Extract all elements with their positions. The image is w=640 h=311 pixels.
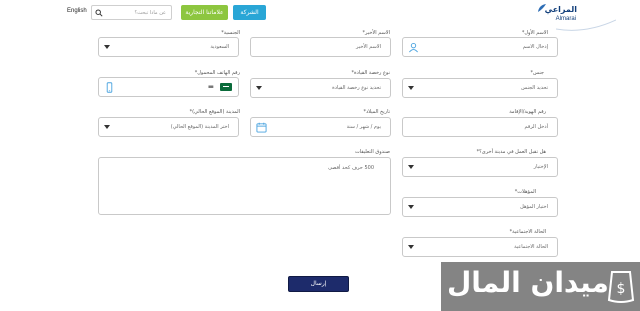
chevron-down-icon — [408, 86, 414, 90]
qualifications-label: المؤهلات* — [514, 189, 536, 195]
mobile-label: رقم الهاتف المحمول* — [194, 70, 240, 76]
chevron-down-icon — [408, 205, 414, 209]
saudi-flag-icon[interactable] — [220, 83, 232, 91]
chevron-down-icon — [408, 245, 414, 249]
site-header: English عن ماذا تبحث؟ علاماتنا التجارية … — [0, 0, 640, 31]
other-city-value: الإختيار — [533, 164, 548, 170]
watermark: ميدان المال $ — [441, 262, 640, 311]
other-city-select[interactable]: الإختيار — [402, 157, 558, 177]
nationality-select[interactable]: السعودية — [98, 37, 239, 57]
qualifications-value: اختيار المؤهل — [520, 204, 548, 210]
search-icon[interactable] — [95, 9, 103, 17]
phone-icon — [106, 82, 113, 93]
comments-input[interactable]: 500 حرف كحد أقصى — [328, 165, 374, 171]
search-box[interactable]: عن ماذا تبحث؟ — [91, 5, 172, 20]
nationality-label: الجنسية* — [221, 30, 240, 36]
marital-select[interactable]: الحالة الاجتماعية — [402, 237, 558, 257]
license-select[interactable]: تحديد نوع رخصة القيادة — [250, 78, 391, 98]
first-name-input[interactable]: إدخال الاسم — [523, 44, 548, 50]
first-name-field[interactable]: إدخال الاسم — [402, 37, 558, 57]
last-name-field[interactable]: الاسم الأخير — [250, 37, 391, 57]
birth-date-field[interactable]: يوم / شهر / سنة — [250, 117, 391, 137]
search-input[interactable]: عن ماذا تبحث؟ — [135, 10, 166, 16]
other-city-label: هل تقبل العمل في مدينة أخرى؟* — [476, 149, 546, 155]
id-number-input[interactable]: أدخل الرقم — [525, 124, 548, 130]
money-bag-icon: $ — [607, 271, 635, 303]
submit-button[interactable]: إرسال — [288, 276, 349, 292]
gender-label: جنس* — [530, 70, 544, 76]
language-switch[interactable]: English — [67, 8, 87, 14]
last-name-label: الاسم الأخير* — [362, 30, 390, 36]
city-select[interactable]: اختر المدينة (الموقع الحالي) — [98, 117, 239, 137]
birth-date-label: تاريخ الميلاد* — [363, 109, 390, 115]
first-name-label: الاسم الأول* — [521, 30, 548, 36]
id-number-field[interactable]: أدخل الرقم — [402, 117, 558, 137]
user-icon — [409, 43, 418, 53]
chevron-down-icon — [104, 45, 110, 49]
gender-select[interactable]: تحديد الجنس — [402, 78, 558, 98]
license-value: تحديد نوع رخصة القيادة — [332, 85, 381, 91]
calendar-icon[interactable] — [256, 122, 267, 133]
comments-textarea[interactable]: 500 حرف كحد أقصى — [98, 157, 391, 215]
qualifications-select[interactable]: اختيار المؤهل — [402, 197, 558, 217]
marital-value: الحالة الاجتماعية — [514, 244, 548, 250]
dial-code-indicator: ▪▪ — [208, 84, 214, 90]
marital-label: الحالة الاجتماعية* — [509, 229, 546, 235]
comments-label: صندوق التعليقات — [354, 149, 390, 155]
company-button[interactable]: الشركة — [233, 5, 266, 20]
mobile-field[interactable]: ▪▪ — [98, 77, 239, 97]
birth-date-input[interactable]: يوم / شهر / سنة — [347, 124, 381, 130]
chevron-down-icon — [408, 165, 414, 169]
chevron-down-icon — [104, 125, 110, 129]
watermark-text: ميدان المال — [447, 266, 609, 299]
nationality-value: السعودية — [210, 44, 229, 50]
city-label: المدينة (الموقع الحالي)* — [189, 109, 240, 115]
chevron-down-icon — [256, 86, 262, 90]
last-name-input[interactable]: الاسم الأخير — [356, 44, 381, 50]
svg-text:$: $ — [617, 281, 626, 297]
city-value: اختر المدينة (الموقع الحالي) — [170, 124, 229, 130]
logo-text-ar: المراعي — [544, 5, 577, 14]
id-number-label: رقم الهوية/الإقامة — [509, 109, 546, 115]
license-label: نوع رخصة القيادة* — [351, 70, 390, 76]
gender-value: تحديد الجنس — [521, 85, 548, 91]
header-curve — [556, 19, 616, 31]
brands-button[interactable]: علاماتنا التجارية — [181, 5, 228, 20]
